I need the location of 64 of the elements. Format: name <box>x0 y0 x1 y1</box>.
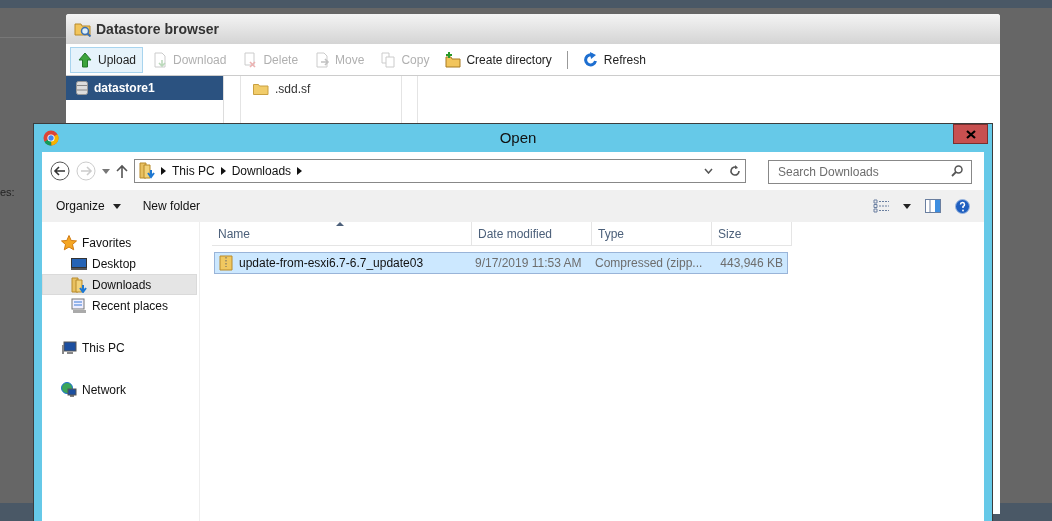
chevron-right-icon[interactable] <box>161 167 166 175</box>
window-title: Datastore browser <box>96 19 219 39</box>
nav-item[interactable]: Recent places <box>42 295 197 316</box>
close-button[interactable] <box>953 124 988 144</box>
dialog-title: Open <box>498 127 537 148</box>
star-icon <box>61 234 77 251</box>
breadcrumb-item[interactable]: This PC <box>172 162 215 180</box>
database-icon <box>76 81 88 95</box>
column-header[interactable]: Date modified <box>472 222 592 246</box>
column-header[interactable]: Type <box>592 222 712 246</box>
background-label: es: <box>0 185 15 200</box>
nav-item[interactable]: This PC <box>42 337 197 358</box>
chevron-right-icon[interactable] <box>220 167 226 175</box>
toolbar-button[interactable]: New folder <box>142 197 201 215</box>
table-cell-text: Compressed (zipp... <box>594 255 704 272</box>
nav-item[interactable]: Downloads <box>42 274 197 295</box>
close-icon <box>965 129 976 139</box>
caret-icon <box>112 203 121 209</box>
table-cell-text: 443,946 KB <box>719 255 784 272</box>
downloads-folder-icon <box>139 162 155 180</box>
column-header[interactable]: Size <box>712 222 792 246</box>
zip-folder-icon <box>219 255 233 271</box>
nav-item[interactable]: Desktop <box>42 253 197 274</box>
delete-file-icon <box>242 51 259 68</box>
file-row[interactable]: update-from-esxi6.7-6.7_update03 9/17/2019 11:53 AM Compressed (zipp... 443,946 KB <box>214 252 788 274</box>
view-options-icon[interactable] <box>873 199 889 213</box>
chevron-down-icon[interactable] <box>704 168 713 174</box>
help-icon[interactable] <box>955 198 970 214</box>
new-folder-icon <box>445 51 462 68</box>
toolbar-button[interactable]: Refresh <box>575 46 653 73</box>
monitor-icon <box>71 255 87 272</box>
nav-item[interactable]: Favorites <box>42 232 197 253</box>
search-icon <box>951 165 963 177</box>
recent-places-icon <box>71 297 87 314</box>
up-arrow-icon[interactable] <box>116 164 128 178</box>
folder-icon <box>253 83 269 95</box>
address-bar[interactable]: This PC Downloads <box>134 159 746 183</box>
back-icon[interactable] <box>50 161 70 181</box>
caret-icon[interactable] <box>903 203 911 209</box>
folder-item[interactable]: .sdd.sf <box>253 80 401 98</box>
toolbar-button[interactable]: Upload <box>70 46 144 73</box>
browser-logo-icon <box>43 130 59 146</box>
refresh-icon <box>582 51 599 68</box>
globe-computer-icon <box>61 381 77 398</box>
toolbar-button[interactable]: Create directory <box>438 46 559 73</box>
refresh-icon[interactable] <box>729 165 741 177</box>
column-header[interactable]: Name <box>212 222 472 246</box>
datastore-item[interactable]: datastore1 <box>66 76 223 100</box>
table-cell-text: 9/17/2019 11:53 AM <box>474 255 583 272</box>
downloads-folder-icon <box>71 276 87 293</box>
sort-arrow-icon <box>336 222 344 226</box>
nav-item[interactable]: Network <box>42 379 197 400</box>
toolbar-button[interactable]: Organize <box>56 197 121 215</box>
search-field[interactable]: Search Downloads <box>768 160 972 184</box>
table-cell: update-from-esxi6.7-6.7_update03 <box>215 253 471 273</box>
copy-file-icon <box>380 51 397 68</box>
move-file-icon <box>314 51 331 68</box>
computer-icon <box>61 339 77 356</box>
breadcrumb-item[interactable]: Downloads <box>231 162 292 180</box>
upload-arrow-icon <box>77 51 93 68</box>
preview-pane-icon[interactable] <box>925 199 941 213</box>
folder-search-icon <box>74 21 92 37</box>
chevron-right-icon[interactable] <box>297 167 303 175</box>
download-file-icon <box>152 51 169 68</box>
